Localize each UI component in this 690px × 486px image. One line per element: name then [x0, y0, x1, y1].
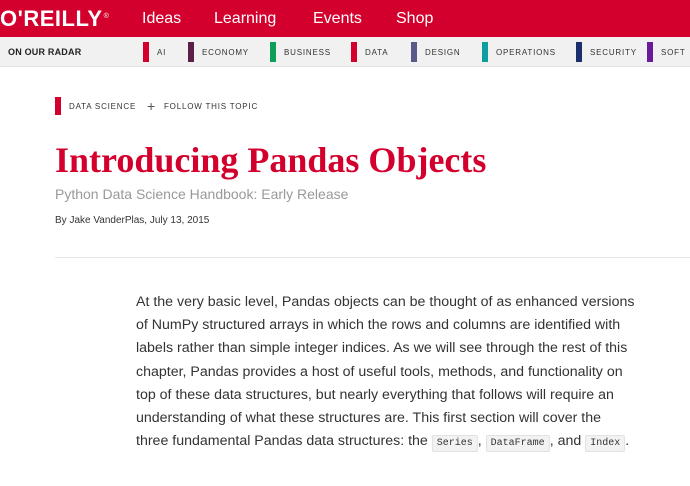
section-divider	[55, 257, 690, 258]
paragraph-separator: , and	[549, 433, 586, 450]
topic-design[interactable]: DESIGN	[411, 42, 460, 62]
topic-operations[interactable]: OPERATIONS	[482, 42, 556, 62]
code-series: Series	[431, 435, 478, 453]
nav-ideas[interactable]: Ideas	[142, 9, 181, 29]
article-subtitle: Python Data Science Handbook: Early Rele…	[55, 186, 349, 202]
topic-label: BUSINESS	[284, 47, 331, 57]
topic-label: SOFT	[661, 47, 686, 57]
topic-label: DESIGN	[425, 47, 461, 57]
topic-security[interactable]: SECURITY	[576, 42, 637, 62]
topic-swatch	[270, 42, 276, 62]
topic-soft[interactable]: SOFT	[647, 42, 686, 62]
topic-ai[interactable]: AI	[143, 42, 166, 62]
logo-registered-mark: ®	[103, 13, 110, 20]
topic-swatch	[411, 42, 417, 62]
top-nav-bar: O'REILLY® Ideas Learning Events Shop	[0, 0, 690, 37]
topic-swatch	[647, 42, 653, 62]
code-dataframe: DataFrame	[485, 435, 550, 453]
paragraph-end: .	[625, 433, 630, 450]
topic-tag[interactable]: DATA SCIENCE	[55, 97, 136, 115]
topic-label: ECONOMY	[202, 47, 249, 57]
topic-swatch	[576, 42, 582, 62]
topic-label: SECURITY	[590, 47, 637, 57]
follow-label: FOLLOW THIS TOPIC	[163, 101, 259, 111]
radar-label: ON OUR RADAR	[8, 47, 82, 57]
nav-shop[interactable]: Shop	[396, 9, 433, 29]
topic-swatch	[143, 42, 149, 62]
logo-text: O'REILLY	[0, 6, 103, 31]
code-index: Index	[585, 435, 626, 453]
follow-topic-button[interactable]: + FOLLOW THIS TOPIC	[147, 98, 259, 114]
article-byline: By Jake VanderPlas, July 13, 2015	[55, 215, 210, 226]
topic-economy[interactable]: ECONOMY	[188, 42, 249, 62]
paragraph-separator: ,	[477, 433, 486, 450]
topic-label: AI	[157, 47, 167, 57]
tag-swatch	[55, 97, 61, 115]
oreilly-logo[interactable]: O'REILLY®	[0, 7, 109, 31]
article-paragraph: At the very basic level, Pandas objects …	[136, 291, 636, 455]
topic-label: DATA	[365, 47, 389, 57]
topic-swatch	[188, 42, 194, 62]
tag-label: DATA SCIENCE	[69, 101, 137, 111]
paragraph-text: At the very basic level, Pandas objects …	[136, 294, 635, 450]
topic-swatch	[482, 42, 488, 62]
radar-bar: ON OUR RADAR AI ECONOMY BUSINESS DATA DE…	[0, 37, 690, 67]
topic-label: OPERATIONS	[496, 47, 556, 57]
topic-swatch	[351, 42, 357, 62]
nav-learning[interactable]: Learning	[214, 9, 276, 29]
article-title: Introducing Pandas Objects	[55, 140, 487, 180]
plus-icon: +	[147, 98, 156, 114]
topic-data[interactable]: DATA	[351, 42, 388, 62]
nav-events[interactable]: Events	[313, 9, 362, 29]
topic-business[interactable]: BUSINESS	[270, 42, 331, 62]
